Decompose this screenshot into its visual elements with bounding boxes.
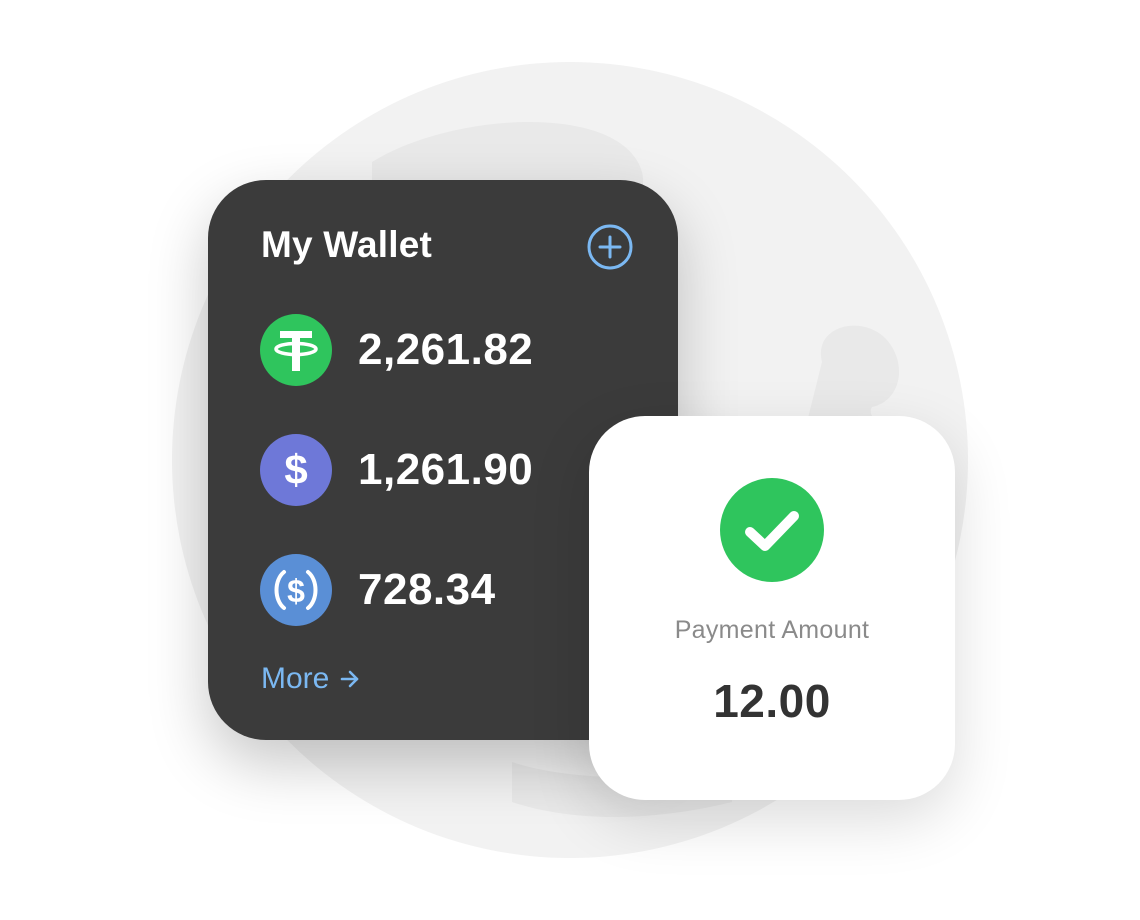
coin-amount: 728.34 xyxy=(358,565,496,614)
more-link[interactable]: More xyxy=(261,662,361,696)
plus-circle-icon[interactable] xyxy=(586,223,634,271)
coin-row-tether[interactable]: 2,261.82 xyxy=(260,314,660,388)
payment-amount-value: 12.00 xyxy=(713,675,831,727)
coin-amount: 1,261.90 xyxy=(358,445,534,494)
payment-card: Payment Amount 12.00 xyxy=(589,416,955,800)
arrow-right-icon xyxy=(341,670,359,688)
usd-coin-icon: $ xyxy=(260,554,332,626)
check-circle-icon xyxy=(720,478,824,582)
wallet-title: My Wallet xyxy=(261,224,433,265)
illustration-stage: My Wallet 2,261.82 $ 1,261.90 $ 728.34 M… xyxy=(0,0,1140,920)
coin-amount: 2,261.82 xyxy=(358,325,534,374)
svg-text:$: $ xyxy=(284,446,307,493)
more-label: More xyxy=(261,662,330,695)
payment-amount-label: Payment Amount xyxy=(674,616,870,644)
svg-text:$: $ xyxy=(287,573,305,609)
tether-icon xyxy=(260,314,332,386)
dollar-icon: $ xyxy=(260,434,332,506)
